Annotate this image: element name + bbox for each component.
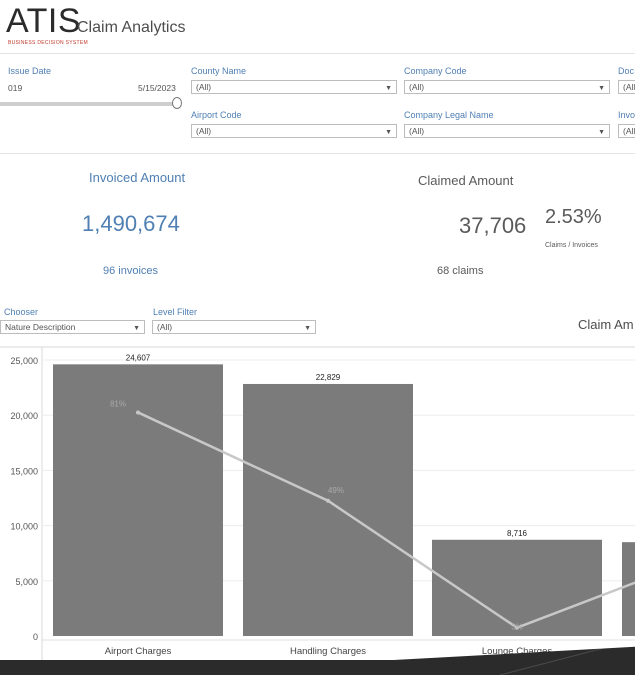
issue-date-label: Issue Date <box>8 66 52 76</box>
filters-divider <box>0 153 635 154</box>
chevron-down-icon: ▼ <box>385 129 392 136</box>
invoiced-amount-title: Invoiced Amount <box>89 170 186 185</box>
airport-code-value: (All) <box>196 126 212 136</box>
issue-date-slider-track[interactable] <box>0 102 177 106</box>
percentage-point <box>326 498 330 503</box>
chooser-select[interactable]: Nature Description ▼ <box>0 320 145 334</box>
airport-code-select[interactable]: (All) ▼ <box>191 124 397 138</box>
chevron-down-icon: ▼ <box>385 85 392 92</box>
percentage-label: 49% <box>328 486 344 495</box>
bar-value-label: 22,829 <box>316 373 341 382</box>
company-legal-name-value: (All) <box>409 126 425 136</box>
y-tick-label: 0 <box>33 632 38 642</box>
brand-logo: ATIS <box>6 2 82 40</box>
invo-label: Invo <box>618 110 635 120</box>
doc-value: (All <box>623 82 635 92</box>
level-filter-label: Level Filter <box>153 307 198 317</box>
county-name-label: County Name <box>191 66 247 76</box>
chooser-value: Nature Description <box>5 322 76 332</box>
company-code-label: Company Code <box>404 66 467 76</box>
invoice-count: 96 invoices <box>103 265 159 277</box>
claim-count: 68 claims <box>437 265 484 277</box>
chevron-down-icon: ▼ <box>598 129 605 136</box>
invoiced-amount-value: 1,490,674 <box>82 211 180 236</box>
invo-value: (All <box>623 126 635 136</box>
chevron-down-icon: ▼ <box>304 325 311 332</box>
doc-select[interactable]: (All <box>618 80 635 94</box>
y-tick-label: 25,000 <box>10 356 38 366</box>
chevron-down-icon: ▼ <box>598 85 605 92</box>
company-code-select[interactable]: (All) ▼ <box>404 80 610 94</box>
claims-ratio-label: Claims / Invoices <box>545 242 598 249</box>
airport-code-label: Airport Code <box>191 110 242 120</box>
header-divider <box>0 53 635 54</box>
bar-value-label: 24,607 <box>126 353 151 362</box>
claimed-amount-title: Claimed Amount <box>418 173 514 188</box>
y-tick-label: 20,000 <box>10 411 38 421</box>
bar <box>243 383 413 636</box>
chevron-down-icon: ▼ <box>133 325 140 332</box>
x-category-label: Airport Charges <box>105 646 172 657</box>
invo-select[interactable]: (All <box>618 124 635 138</box>
y-tick-label: 15,000 <box>10 466 38 476</box>
bar-value-label: 8,716 <box>507 529 528 538</box>
x-category-label: Handling Charges <box>290 646 366 657</box>
bar <box>53 364 223 636</box>
issue-date-start: 019 <box>8 83 23 93</box>
issue-date-end: 5/15/2023 <box>138 83 176 93</box>
chart-title: Claim Am <box>578 317 634 332</box>
y-tick-label: 5,000 <box>15 577 38 587</box>
county-name-value: (All) <box>196 82 212 92</box>
doc-label: Doc <box>618 66 635 76</box>
brand-tagline: BUSINESS DECISION SYSTEM <box>8 40 88 46</box>
bar-partial <box>622 542 635 636</box>
percentage-label: 81% <box>110 399 126 408</box>
y-tick-label: 10,000 <box>10 522 38 532</box>
claims-ratio-value: 2.53% <box>545 206 602 228</box>
level-filter-select[interactable]: (All) ▼ <box>152 320 316 334</box>
claimed-amount-value: 37,706 <box>459 213 527 238</box>
percentage-point <box>136 410 140 415</box>
company-legal-name-label: Company Legal Name <box>404 110 494 120</box>
company-legal-name-select[interactable]: (All) ▼ <box>404 124 610 138</box>
percentage-label: 3% <box>511 623 523 632</box>
claims-chart: 25,000 20,000 15,000 10,000 5,000 0 24,607 Airp… <box>0 346 635 660</box>
company-code-value: (All) <box>409 82 425 92</box>
level-filter-value: (All) <box>157 322 173 332</box>
page-title: Claim Analytics <box>77 19 186 36</box>
chooser-label: Chooser <box>4 307 39 317</box>
county-name-select[interactable]: (All) ▼ <box>191 80 397 94</box>
dashboard-sheet: ATIS BUSINESS DECISION SYSTEM Claim Anal… <box>0 0 635 660</box>
issue-date-slider-handle[interactable] <box>172 97 182 109</box>
